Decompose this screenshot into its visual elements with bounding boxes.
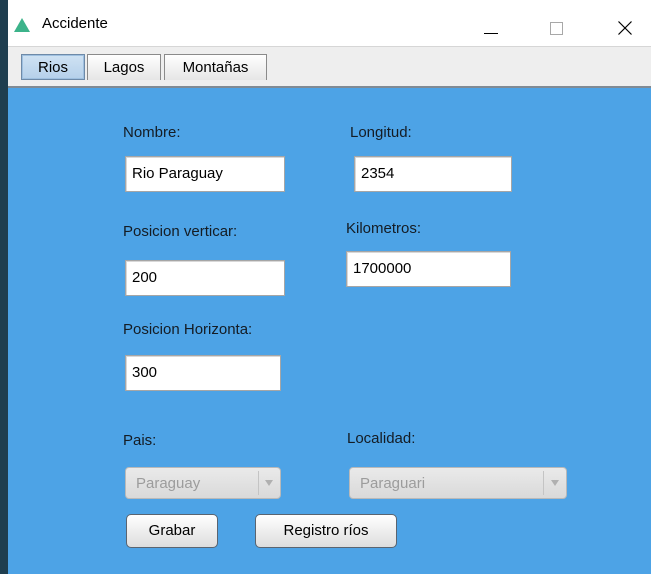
close-button[interactable]: [602, 6, 648, 46]
kilometros-field[interactable]: 1700000: [346, 251, 511, 287]
localidad-selected-value: Paraguari: [360, 475, 426, 492]
kilometros-label: Kilometros:: [346, 220, 422, 237]
app-icon: [14, 18, 30, 32]
tab-lagos[interactable]: Lagos: [87, 54, 161, 80]
pais-dropdown[interactable]: Paraguay: [125, 467, 281, 499]
nombre-field[interactable]: Rio Paraguay: [125, 156, 285, 192]
maximize-button[interactable]: [533, 6, 579, 46]
close-icon: [618, 21, 632, 35]
dropdown-divider: [543, 471, 544, 495]
registro-rios-button[interactable]: Registro ríos: [255, 514, 397, 548]
rios-form-panel: Nombre: Rio Paraguay Longitud: 2354 Posi…: [8, 88, 651, 574]
chevron-down-icon: [551, 480, 559, 486]
title-bar[interactable]: Accidente: [8, 0, 651, 46]
chevron-down-icon: [265, 480, 273, 486]
grabar-button[interactable]: Grabar: [126, 514, 218, 548]
longitud-label: Longitud:: [350, 124, 412, 141]
posicion-vertical-field[interactable]: 200: [125, 260, 285, 296]
tab-rios[interactable]: Rios: [21, 54, 85, 80]
dropdown-divider: [258, 471, 259, 495]
posicion-horizontal-field[interactable]: 300: [125, 355, 281, 391]
pais-label: Pais:: [123, 432, 157, 449]
posicion-vertical-label: Posicion verticar:: [123, 223, 238, 240]
tab-montanas[interactable]: Montañas: [164, 54, 267, 80]
minimize-icon: [484, 33, 498, 34]
longitud-field[interactable]: 2354: [354, 156, 512, 192]
localidad-label: Localidad:: [347, 430, 416, 447]
window-title: Accidente: [42, 15, 108, 32]
posicion-horizontal-label: Posicion Horizonta:: [123, 321, 253, 338]
localidad-dropdown[interactable]: Paraguari: [349, 467, 567, 499]
pais-selected-value: Paraguay: [136, 475, 201, 492]
application-window: Accidente Rios Lagos Montañas Nombre: Ri…: [8, 0, 651, 574]
maximize-icon: [550, 22, 563, 35]
tab-strip: Rios Lagos Montañas: [8, 46, 651, 89]
nombre-label: Nombre:: [123, 124, 181, 141]
minimize-button[interactable]: [468, 6, 514, 46]
